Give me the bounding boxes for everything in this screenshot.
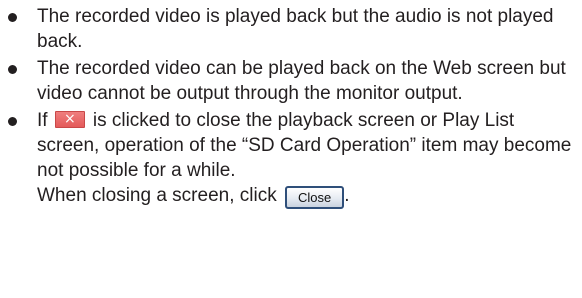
- note-text: The recorded video is played back but th…: [37, 6, 554, 52]
- note-text: The recorded video can be played back on…: [37, 58, 566, 104]
- close-button-image: Close: [285, 186, 345, 209]
- bullet-icon: [8, 13, 17, 22]
- closing-period: .: [344, 185, 350, 206]
- note-text-pre: If: [37, 110, 48, 131]
- notes-list: The recorded video is played back but th…: [6, 4, 576, 209]
- x-glyph: ×: [63, 111, 76, 127]
- bullet-icon: [8, 65, 17, 74]
- bullet-icon: [8, 117, 17, 126]
- note-text-post: is clicked to close the playback screen …: [37, 110, 572, 181]
- list-item: If × is clicked to close the playback scr…: [6, 108, 576, 209]
- document-page: The recorded video is played back but th…: [0, 0, 582, 298]
- list-item: The recorded video can be played back on…: [6, 56, 576, 106]
- close-x-icon: ×: [54, 111, 85, 128]
- list-item: The recorded video is played back but th…: [6, 4, 576, 54]
- closing-text: When closing a screen, click: [37, 185, 277, 206]
